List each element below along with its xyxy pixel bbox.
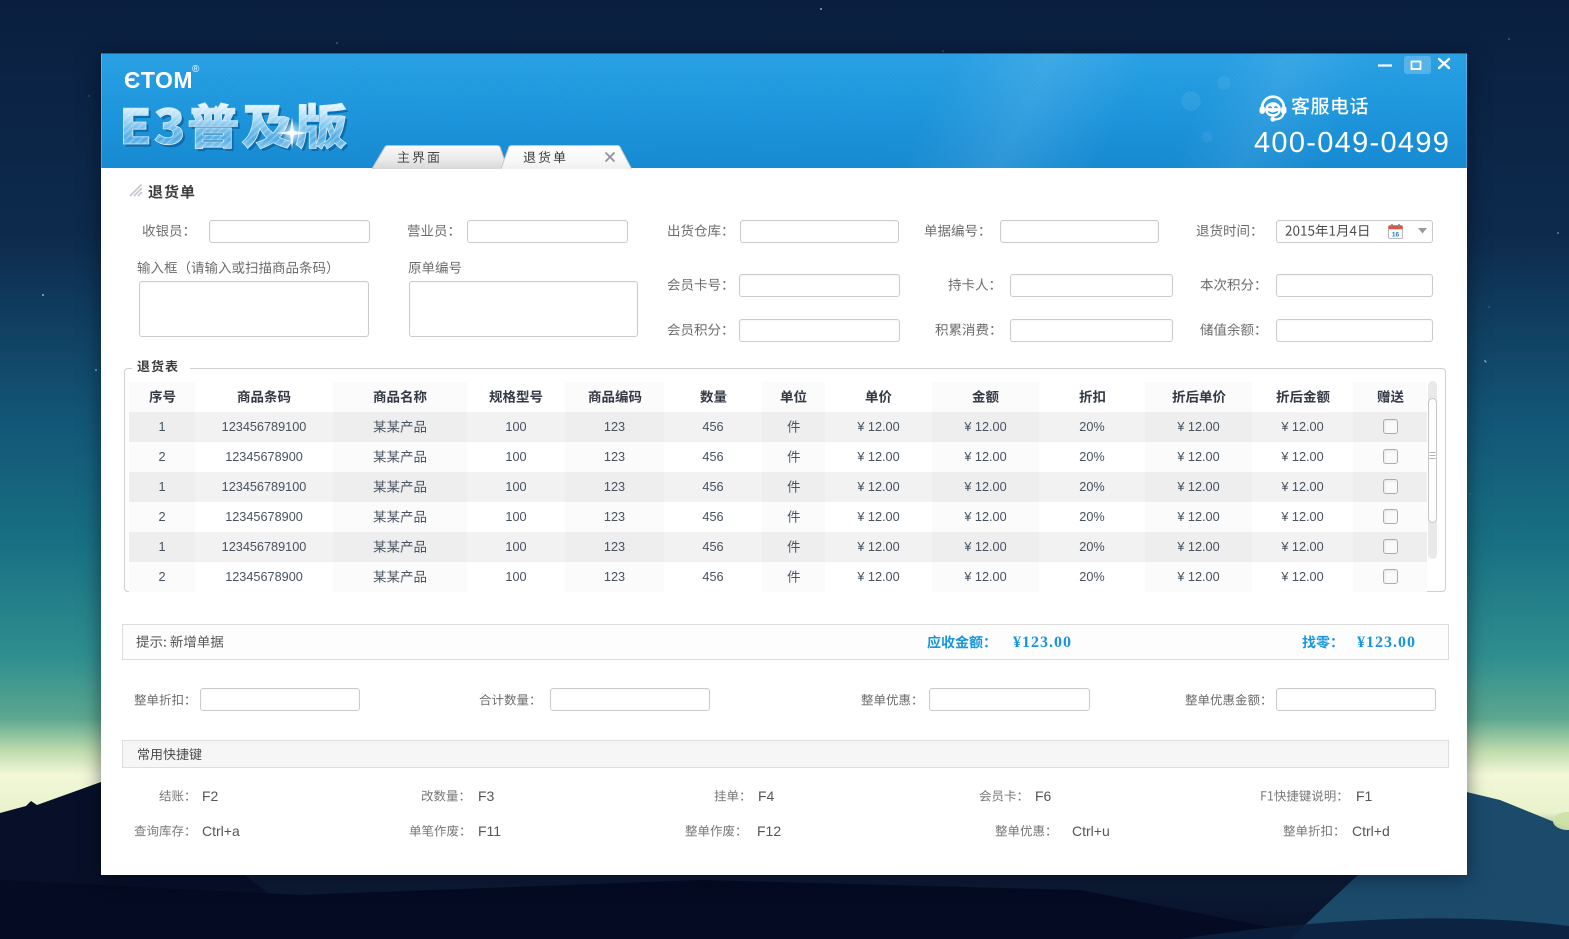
svg-text:16: 16 [1392,232,1400,239]
